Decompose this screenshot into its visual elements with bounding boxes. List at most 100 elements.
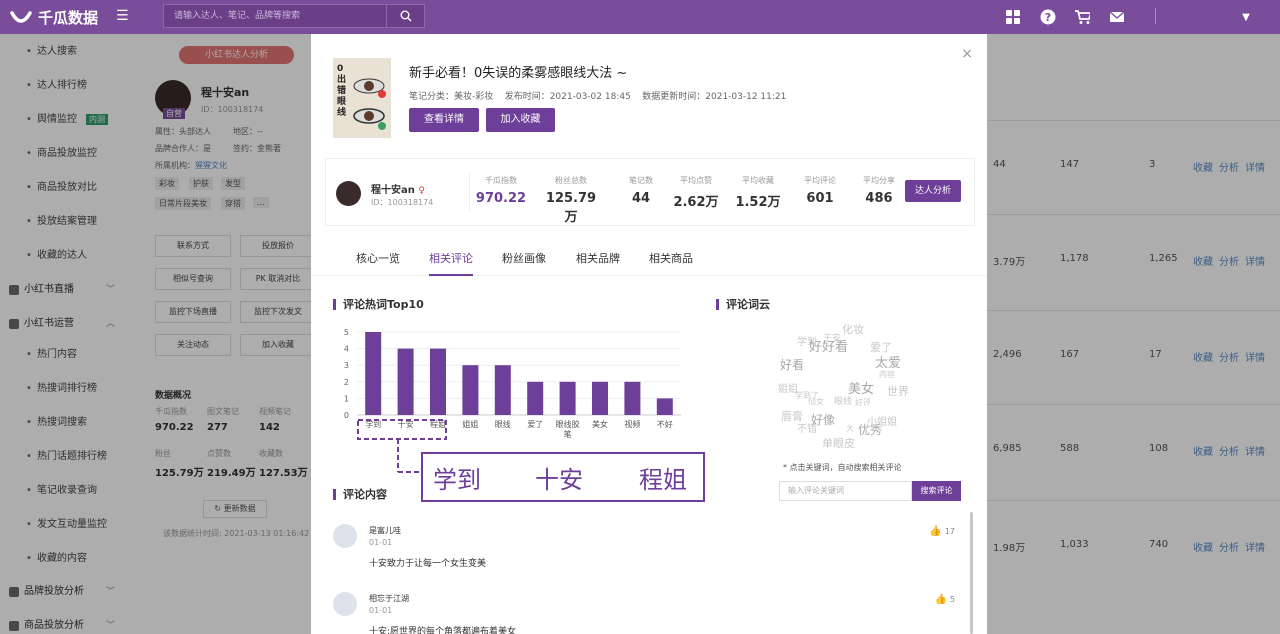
author-stat: 笔记数 44 bbox=[611, 175, 671, 206]
stat-value: 44 bbox=[631, 191, 651, 206]
bar bbox=[397, 348, 414, 415]
stat-label: 粉丝总数 bbox=[555, 176, 587, 185]
bar bbox=[527, 381, 544, 415]
tab-3[interactable]: 相关品牌 bbox=[576, 250, 620, 276]
brand-logo[interactable]: 千瓜数据 bbox=[10, 6, 98, 28]
help-icon[interactable]: ? bbox=[1040, 9, 1056, 25]
tab-2[interactable]: 粉丝画像 bbox=[502, 250, 546, 276]
modal-tabs: 核心一览 相关评论 粉丝画像 相关品牌 相关商品 bbox=[311, 242, 987, 276]
verified-icon: ♀ bbox=[418, 186, 425, 196]
search-button[interactable] bbox=[387, 4, 425, 28]
stat-label: 平均收藏 bbox=[742, 176, 774, 185]
note-category: 笔记分类：美妆-彩妆 bbox=[409, 92, 494, 102]
search-input[interactable]: 请输入达人、笔记、品牌等搜索 bbox=[163, 4, 387, 28]
note-cover-image: 0出错眼线 bbox=[333, 58, 391, 138]
author-stat: 千瓜指数 970.22 bbox=[471, 175, 531, 206]
view-detail-button[interactable]: 查看详情 bbox=[409, 108, 479, 132]
top-navbar: 千瓜数据 ☰ 请输入达人、笔记、品牌等搜索 ? ▼ bbox=[0, 0, 1280, 34]
stat-label: 平均评论 bbox=[804, 176, 836, 185]
wordcloud-word[interactable]: 世界 bbox=[887, 383, 909, 399]
comment-text: 十安:愿世界的每个角落都遍布着美女 bbox=[369, 627, 517, 634]
author-name: 程十安an ♀ bbox=[371, 181, 425, 196]
tab-1[interactable]: 相关评论 bbox=[429, 250, 473, 276]
author-stat: 平均分享 486 bbox=[849, 175, 909, 206]
author-avatar bbox=[336, 181, 361, 206]
stat-value: 1.52万 bbox=[735, 195, 781, 210]
cart-icon[interactable] bbox=[1074, 9, 1090, 25]
bar bbox=[494, 365, 511, 415]
note-detail-modal: × 0出错眼线 新手必看！0失误的柔雾感眼线大法 ~ 笔记分类：美妆-彩妆 发布… bbox=[311, 34, 987, 634]
author-stat: 平均点赞 2.62万 bbox=[666, 175, 726, 210]
cover-text: 0出错眼线 bbox=[337, 64, 347, 118]
search-icon bbox=[400, 10, 411, 22]
bar bbox=[592, 381, 608, 415]
tab-0[interactable]: 核心一览 bbox=[356, 250, 400, 276]
thumbs-up-icon: 👍 bbox=[929, 526, 942, 537]
y-tick-label: 2 bbox=[344, 378, 349, 387]
wordcloud-word[interactable]: 单眼皮 bbox=[822, 435, 855, 451]
divider bbox=[1155, 8, 1156, 24]
wordcloud-word[interactable]: 好好看 bbox=[809, 336, 848, 355]
zoom-word: 十安 bbox=[535, 465, 583, 494]
bar bbox=[430, 348, 446, 415]
stat-value: 125.79万 bbox=[545, 191, 597, 225]
like-count: 17 bbox=[944, 527, 955, 536]
commenter-name: 相忘于江湖 bbox=[369, 594, 409, 603]
logo-icon bbox=[10, 11, 32, 23]
add-favorite-button[interactable]: 加入收藏 bbox=[486, 108, 555, 132]
tab-4[interactable]: 相关商品 bbox=[649, 250, 693, 276]
bar bbox=[624, 381, 641, 415]
wordcloud-title: 评论词云 bbox=[716, 299, 770, 310]
author-stat: 平均收藏 1.52万 bbox=[728, 175, 788, 210]
svg-text:?: ? bbox=[1045, 11, 1051, 24]
menu-toggle-icon[interactable]: ☰ bbox=[116, 8, 129, 24]
bar bbox=[559, 381, 576, 415]
stat-label: 笔记数 bbox=[629, 176, 653, 185]
wordcloud-word[interactable]: 内容 bbox=[879, 369, 895, 380]
author-id: ID：100318174 bbox=[371, 198, 434, 207]
commenter-avatar bbox=[333, 592, 357, 616]
like-count: 5 bbox=[949, 595, 955, 604]
commenter-name: 是富儿哇 bbox=[369, 526, 401, 535]
comment-date: 01-01 bbox=[369, 538, 393, 547]
wordcloud-word[interactable]: 好看 bbox=[780, 356, 804, 373]
comment-keyword-input[interactable]: 输入评论关键词 bbox=[779, 481, 912, 501]
note-meta: 笔记分类：美妆-彩妆 发布时间：2021-03-02 18:45 数据更新时间：… bbox=[409, 89, 786, 102]
y-tick-label: 1 bbox=[344, 394, 349, 403]
stat-label: 平均点赞 bbox=[680, 176, 712, 185]
y-tick-label: 4 bbox=[344, 345, 349, 354]
stat-value: 601 bbox=[806, 191, 834, 206]
wordcloud-word[interactable]: 化妆 bbox=[842, 321, 864, 337]
wordcloud-word[interactable]: 不错 bbox=[797, 420, 817, 435]
wordcloud-word[interactable]: 好评 bbox=[855, 397, 871, 408]
wordcloud-word[interactable]: 大 bbox=[846, 423, 854, 434]
stat-value: 2.62万 bbox=[673, 195, 719, 210]
analyze-author-button[interactable]: 达人分析 bbox=[905, 180, 961, 202]
note-title: 新手必看！0失误的柔雾感眼线大法 ~ bbox=[409, 66, 628, 81]
x-tick-label: 爱了 bbox=[527, 420, 543, 429]
chevron-down-icon[interactable]: ▼ bbox=[1238, 9, 1254, 25]
wordcloud-word[interactable]: 眼线 bbox=[834, 394, 852, 407]
author-stat: 粉丝总数 125.79万 bbox=[541, 175, 601, 225]
x-tick-label: 眼线 bbox=[495, 419, 511, 429]
close-icon[interactable]: × bbox=[961, 46, 973, 62]
wordcloud-word[interactable]: 优秀 bbox=[858, 421, 882, 438]
x-tick-label: 美女 bbox=[592, 419, 608, 429]
wordcloud-word[interactable]: 学到了 bbox=[795, 390, 819, 401]
search-comments-button[interactable]: 搜索评论 bbox=[912, 481, 961, 501]
x-tick-label: 笔 bbox=[564, 429, 572, 439]
stat-value: 970.22 bbox=[475, 191, 527, 206]
thumbs-up-icon: 👍 bbox=[934, 594, 947, 605]
mail-icon[interactable] bbox=[1109, 9, 1125, 25]
x-tick-label: 姐姐 bbox=[462, 419, 478, 429]
stat-label: 平均分享 bbox=[863, 176, 895, 185]
modal-scrollbar[interactable] bbox=[970, 512, 973, 634]
comments-title: 评论内容 bbox=[333, 489, 387, 500]
note-publish-time: 发布时间：2021-03-02 18:45 bbox=[504, 92, 631, 102]
x-tick-label: 眼线胶 bbox=[556, 419, 580, 429]
author-stat: 平均评论 601 bbox=[790, 175, 850, 206]
zoom-word: 学到 bbox=[433, 465, 481, 494]
hotwords-title: 评论热词Top10 bbox=[333, 299, 424, 310]
x-tick-label: 不好 bbox=[657, 419, 673, 429]
apps-grid-icon[interactable] bbox=[1005, 9, 1021, 25]
